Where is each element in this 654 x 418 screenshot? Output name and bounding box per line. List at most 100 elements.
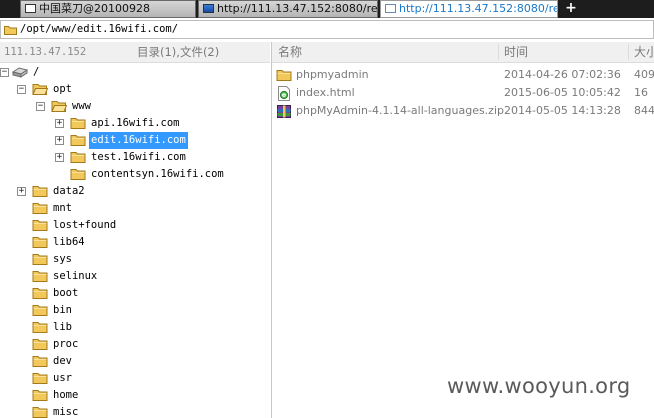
column-header-size[interactable]: 大小 bbox=[634, 42, 654, 62]
tree-node-edit[interactable]: + edit.16wifi.com bbox=[0, 132, 270, 149]
tree-node-opt[interactable]: − opt bbox=[0, 81, 270, 98]
folder-icon bbox=[32, 305, 48, 316]
collapse-toggle[interactable]: − bbox=[36, 102, 45, 111]
tree-node-lost-found[interactable]: lost+found bbox=[0, 217, 270, 234]
tree-node-label-selected: edit.16wifi.com bbox=[89, 132, 188, 149]
tab-label: http://111.13.47.152:8080/re... bbox=[399, 2, 558, 15]
web-page-icon bbox=[385, 4, 396, 13]
expand-toggle[interactable]: + bbox=[55, 136, 64, 145]
tab-webpage-1[interactable]: http://111.13.47.152:8080/re... bbox=[198, 0, 378, 18]
tree-node-label: dev bbox=[53, 355, 72, 367]
folder-icon bbox=[276, 70, 292, 81]
tree-node-label: www bbox=[72, 100, 91, 112]
file-name: phpmyadmin bbox=[296, 68, 369, 81]
tree-node-label: proc bbox=[53, 338, 79, 350]
folder-icon bbox=[32, 271, 48, 282]
file-time: 2015-06-05 10:05:42 bbox=[504, 86, 621, 99]
path-bar[interactable]: /opt/www/edit.16wifi.com/ bbox=[0, 20, 654, 39]
watermark: www.wooyun.org bbox=[447, 374, 631, 398]
folder-icon bbox=[32, 220, 48, 231]
tree-node-data2[interactable]: + data2 bbox=[0, 183, 270, 200]
column-divider[interactable] bbox=[498, 44, 499, 60]
tree-node-proc[interactable]: proc bbox=[0, 336, 270, 353]
tree-node-label: / bbox=[33, 66, 40, 78]
folder-icon bbox=[32, 339, 48, 350]
file-row-phpmyadmin-zip[interactable]: phpMyAdmin-4.1.14-all-languages.zip 2014… bbox=[272, 102, 654, 120]
file-size: 16 bbox=[634, 86, 648, 99]
tree-node-label: bin bbox=[53, 304, 72, 316]
tree-node-www[interactable]: − www bbox=[0, 98, 270, 115]
file-list-header: 名称 时间 大小 bbox=[272, 42, 654, 63]
folder-icon bbox=[70, 152, 86, 163]
tree-node-root[interactable]: − / bbox=[0, 64, 270, 81]
folder-icon bbox=[70, 135, 86, 146]
tree-node-label: test.16wifi.com bbox=[91, 151, 186, 163]
tree-node-home[interactable]: home bbox=[0, 387, 270, 404]
folder-icon bbox=[32, 407, 48, 418]
archive-icon bbox=[277, 105, 291, 118]
path-input[interactable]: /opt/www/edit.16wifi.com/ bbox=[20, 21, 178, 38]
tree-node-label: api.16wifi.com bbox=[91, 117, 180, 129]
file-row-phpmyadmin[interactable]: phpmyadmin 2014-04-26 07:02:36 4096 bbox=[272, 66, 654, 84]
host-address: 111.13.47.152 bbox=[4, 46, 87, 58]
tab-caidao[interactable]: 中国菜刀@20100928 bbox=[20, 0, 196, 18]
tree-node-bin[interactable]: bin bbox=[0, 302, 270, 319]
expand-toggle[interactable]: + bbox=[17, 187, 26, 196]
file-name: phpMyAdmin-4.1.14-all-languages.zip bbox=[296, 104, 504, 117]
left-panel-header: 111.13.47.152 目录(1),文件(2) bbox=[0, 42, 270, 63]
collapse-toggle[interactable]: − bbox=[0, 68, 9, 77]
tree-node-lib64[interactable]: lib64 bbox=[0, 234, 270, 251]
tree-node-sys[interactable]: sys bbox=[0, 251, 270, 268]
file-size: 8441 bbox=[634, 104, 654, 117]
tree-node-test[interactable]: + test.16wifi.com bbox=[0, 149, 270, 166]
tree-node-api[interactable]: + api.16wifi.com bbox=[0, 115, 270, 132]
tree-node-mnt[interactable]: mnt bbox=[0, 200, 270, 217]
column-divider[interactable] bbox=[628, 44, 629, 60]
folder-icon bbox=[32, 203, 48, 214]
file-time: 2014-05-05 14:13:28 bbox=[504, 104, 621, 117]
folder-icon bbox=[32, 390, 48, 401]
tab-label: 中国菜刀@20100928 bbox=[39, 2, 150, 15]
tree-node-usr[interactable]: usr bbox=[0, 370, 270, 387]
tab-label: http://111.13.47.152:8080/re... bbox=[217, 2, 378, 15]
tree-node-lib[interactable]: lib bbox=[0, 319, 270, 336]
tab-bar: 中国菜刀@20100928 http://111.13.47.152:8080/… bbox=[0, 0, 654, 18]
tree-node-boot[interactable]: boot bbox=[0, 285, 270, 302]
column-header-time[interactable]: 时间 bbox=[504, 42, 528, 62]
folder-icon bbox=[32, 237, 48, 248]
new-tab-button[interactable]: + bbox=[562, 0, 580, 18]
collapse-toggle[interactable]: − bbox=[17, 85, 26, 94]
web-page-icon bbox=[203, 4, 214, 13]
folder-open-icon bbox=[32, 84, 48, 95]
column-header-name[interactable]: 名称 bbox=[278, 42, 302, 62]
tree-node-label: selinux bbox=[53, 270, 98, 282]
folder-icon bbox=[32, 373, 48, 384]
item-count: 目录(1),文件(2) bbox=[137, 45, 220, 59]
tree-node-label: usr bbox=[53, 372, 72, 384]
folder-icon bbox=[32, 322, 48, 333]
file-row-index-html[interactable]: index.html 2015-06-05 10:05:42 16 bbox=[272, 84, 654, 102]
tree-node-misc[interactable]: misc bbox=[0, 404, 270, 418]
tab-webpage-2[interactable]: http://111.13.47.152:8080/re... bbox=[380, 0, 558, 18]
drive-icon bbox=[12, 67, 28, 78]
expand-toggle[interactable]: + bbox=[55, 153, 64, 162]
tree-node-contentsyn[interactable]: contentsyn.16wifi.com bbox=[0, 166, 270, 183]
expand-toggle[interactable]: + bbox=[55, 119, 64, 128]
tree-node-label: contentsyn.16wifi.com bbox=[91, 168, 224, 180]
folder-icon bbox=[70, 118, 86, 129]
tree-node-label: home bbox=[53, 389, 79, 401]
html-file-icon bbox=[278, 86, 290, 101]
tree-node-label: misc bbox=[53, 406, 79, 418]
folder-icon bbox=[4, 26, 17, 35]
tree-node-label: sys bbox=[53, 253, 72, 265]
folder-open-icon bbox=[51, 101, 67, 112]
folder-icon bbox=[32, 186, 48, 197]
tree-node-dev[interactable]: dev bbox=[0, 353, 270, 370]
tree-node-label: opt bbox=[53, 83, 72, 95]
tree-node-label: boot bbox=[53, 287, 79, 299]
folder-icon bbox=[70, 169, 86, 180]
tree-node-selinux[interactable]: selinux bbox=[0, 268, 270, 285]
tree-node-label: lost+found bbox=[53, 219, 117, 231]
file-size: 4096 bbox=[634, 68, 654, 81]
tree-node-label: lib bbox=[53, 321, 72, 333]
